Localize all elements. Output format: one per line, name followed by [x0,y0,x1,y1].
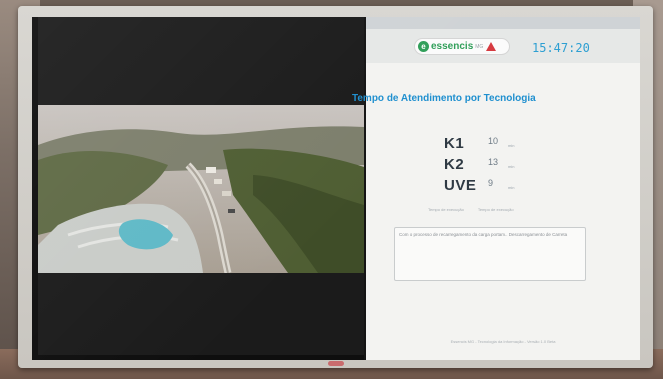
metric-value: 13 [488,157,499,167]
monitor-brand-logo [327,361,344,366]
monitor: e essencis MG 15:47:20 Tempo de Atendime… [18,6,653,368]
metric-legend: Tempo de execução Tempo de execução [428,207,514,212]
metric-code: UVE [444,177,477,194]
brand-logo: e essencis MG [414,38,510,55]
metric-row-uve: UVE 9 min [444,177,564,199]
dashboard-header: e essencis MG 15:47:20 [366,29,640,63]
legend-item: Tempo de execução [477,207,514,212]
metric-row-k1: K1 10 min [444,135,564,157]
metric-code: K1 [444,135,465,152]
dashboard-footer: Essencis MG - Tecnologia da Informação -… [450,339,556,344]
metric-unit: min [508,164,515,169]
metric-row-k2: K2 13 min [444,156,564,178]
brand-leaf-icon: e [418,41,429,52]
clock: 15:47:20 [532,41,590,55]
aerial-landfill-video [38,105,364,273]
metric-value: 10 [488,136,499,146]
brand-sub: MG [475,43,484,50]
metric-code: K2 [444,156,465,173]
metric-value: 9 [488,178,494,188]
video-letterbox-bottom [38,273,364,355]
video-letterbox-top [38,17,364,105]
warning-triangle-icon [486,42,497,51]
monitor-screen: e essencis MG 15:47:20 Tempo de Atendime… [32,17,640,360]
metric-unit: min [508,185,515,190]
brand-name: essencis [431,41,474,52]
window-topbar [366,17,640,29]
notice-textbox: Com o processo de recarregamento da carg… [394,227,586,281]
video-panel [32,17,364,360]
legend-item: Tempo de execução [428,207,464,212]
metric-unit: min [508,143,515,148]
dashboard-panel: e essencis MG 15:47:20 Tempo de Atendime… [352,17,640,360]
page-title: Tempo de Atendimento por Tecnologia [352,93,536,104]
